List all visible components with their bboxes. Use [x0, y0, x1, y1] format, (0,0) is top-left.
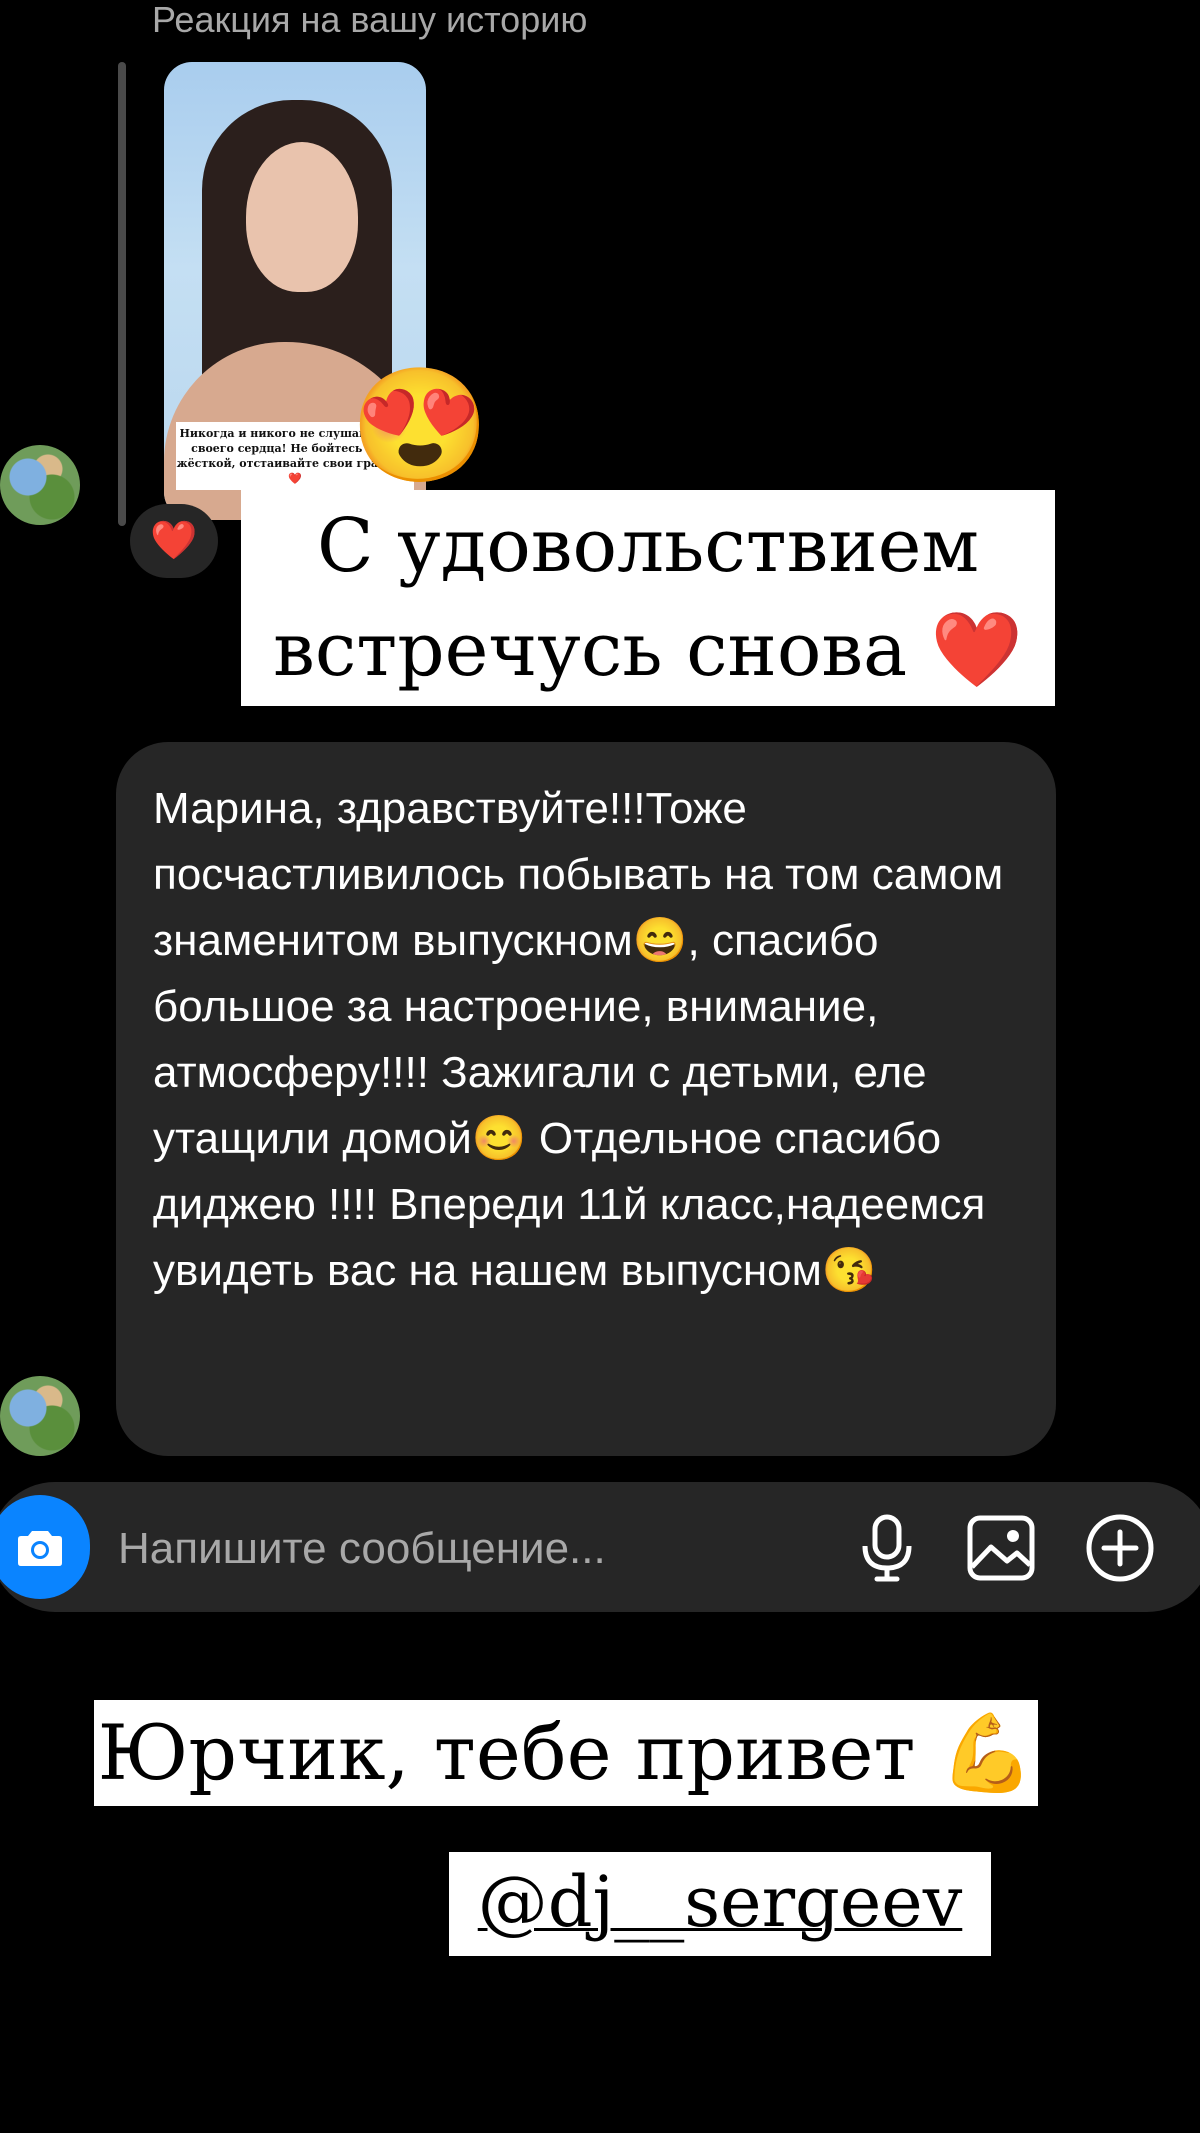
reaction-emoji: ❤️ [150, 520, 198, 562]
story-face [246, 142, 358, 292]
heart-reaction-icon[interactable]: ❤️ [130, 504, 218, 578]
camera-icon [18, 1531, 62, 1566]
reply-quote-bar [118, 62, 126, 526]
plus-circle-icon [1086, 1514, 1154, 1582]
microphone-button[interactable] [852, 1513, 922, 1583]
message-bubble[interactable]: Марина, здравствуйте!!!Тоже посчастливил… [116, 742, 1056, 1456]
heart-eyes-emoji-icon: 😍 [350, 363, 490, 488]
gallery-button[interactable] [966, 1513, 1036, 1583]
text-sticker-top: С удовольствием встречусь снова ❤️ [241, 490, 1055, 706]
add-button[interactable] [1085, 1513, 1155, 1583]
microphone-icon [862, 1514, 912, 1582]
mention-sticker[interactable]: @dj__sergeev [449, 1852, 991, 1956]
avatar[interactable] [0, 1376, 80, 1456]
text-sticker-greeting: Юрчик, тебе привет 💪 [94, 1700, 1038, 1806]
mention-text: @dj__sergeev [477, 1861, 963, 1943]
gallery-icon [967, 1515, 1035, 1581]
story-reply-label: Реакция на вашу историю [152, 0, 588, 40]
message-text: Марина, здравствуйте!!!Тоже посчастливил… [153, 784, 1004, 1295]
avatar[interactable] [0, 445, 80, 525]
message-input[interactable] [116, 1520, 740, 1578]
